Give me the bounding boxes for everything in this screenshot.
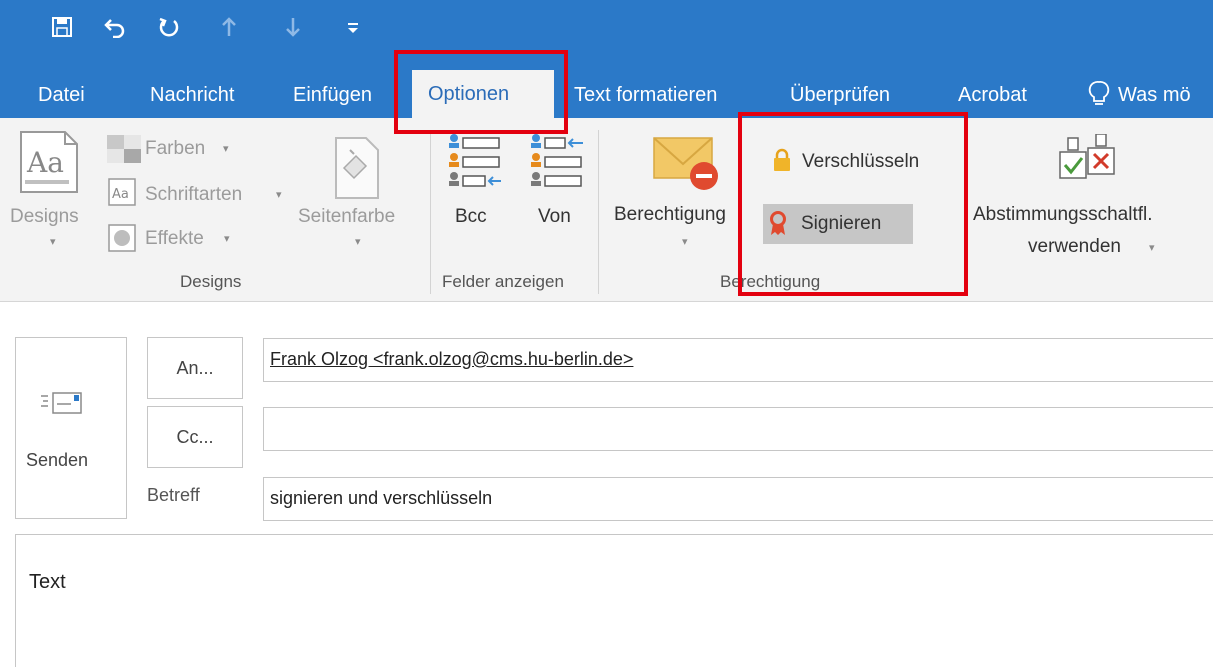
send-label: Senden xyxy=(26,450,89,470)
tell-me-search[interactable]: Was mö xyxy=(1118,72,1191,118)
undo-icon[interactable] xyxy=(100,12,130,42)
farben-dropdown-icon: ▾ xyxy=(223,143,229,155)
page-color-icon[interactable] xyxy=(330,136,380,205)
group-label-felder: Felder anzeigen xyxy=(442,272,564,291)
ribbon-tab-bar: Datei Nachricht Einfügen Optionen Text f… xyxy=(0,52,1213,118)
highlight-box-optionen xyxy=(394,50,568,134)
abstimmung-dropdown-icon: ▾ xyxy=(1149,242,1155,254)
svg-text:Aa: Aa xyxy=(112,187,129,202)
designs-dropdown-icon: ▾ xyxy=(50,236,56,248)
highlight-box-berechtigung xyxy=(738,112,968,296)
berechtigung-dropdown-icon: ▾ xyxy=(682,236,688,248)
to-button[interactable]: An... xyxy=(147,337,243,399)
group-separator xyxy=(598,130,599,294)
schriftarten-dropdown-icon: ▾ xyxy=(276,189,282,201)
redo-icon[interactable] xyxy=(154,12,184,42)
to-field[interactable]: Frank Olzog <frank.olzog@cms.hu-berlin.d… xyxy=(263,338,1213,382)
save-icon[interactable] xyxy=(47,12,77,42)
permission-envelope-icon[interactable] xyxy=(652,130,722,197)
ribbon-options: Aa Designs ▾ Farben ▾ Aa Schriftarten ▾ … xyxy=(0,118,1213,302)
von-icon[interactable] xyxy=(527,132,585,193)
bcc-label[interactable]: Bcc xyxy=(455,206,487,228)
customize-qat-icon[interactable] xyxy=(338,12,368,42)
tab-acrobat[interactable]: Acrobat xyxy=(958,72,1027,118)
schriftarten-button[interactable]: Schriftarten xyxy=(145,184,242,206)
recipient-chip[interactable]: Frank Olzog <frank.olzog@cms.hu-berlin.d… xyxy=(270,349,633,369)
designs-icon[interactable]: Aa xyxy=(19,130,79,199)
abstimmung-button-line2[interactable]: verwenden xyxy=(1028,236,1121,258)
seitenfarbe-button[interactable]: Seitenfarbe xyxy=(298,206,395,228)
cc-button[interactable]: Cc... xyxy=(147,406,243,468)
fonts-icon: Aa xyxy=(108,178,136,211)
group-label-designs: Designs xyxy=(180,272,242,291)
effekte-dropdown-icon: ▾ xyxy=(224,233,230,245)
farben-button[interactable]: Farben xyxy=(145,138,205,160)
tab-datei[interactable]: Datei xyxy=(38,72,85,118)
arrow-up-icon[interactable] xyxy=(214,12,244,42)
cc-field[interactable] xyxy=(263,407,1213,451)
tab-einfuegen[interactable]: Einfügen xyxy=(293,72,372,118)
von-label[interactable]: Von xyxy=(538,206,571,228)
designs-button-label[interactable]: Designs xyxy=(10,206,79,228)
seitenfarbe-dropdown-icon: ▾ xyxy=(355,236,361,248)
colors-icon xyxy=(107,135,141,168)
lightbulb-icon xyxy=(1088,80,1110,113)
effekte-button[interactable]: Effekte xyxy=(145,228,204,250)
abstimmung-button-line1[interactable]: Abstimmungsschaltfl. xyxy=(973,204,1153,226)
berechtigung-button[interactable]: Berechtigung xyxy=(614,204,726,226)
bcc-icon[interactable] xyxy=(445,132,503,193)
arrow-down-icon[interactable] xyxy=(278,12,308,42)
tab-nachricht[interactable]: Nachricht xyxy=(150,72,234,118)
send-icon xyxy=(40,390,84,421)
effects-icon xyxy=(108,224,136,257)
subject-field[interactable]: signieren und verschlüsseln xyxy=(263,477,1213,521)
tab-text-formatieren[interactable]: Text formatieren xyxy=(574,72,717,118)
body-text: Text xyxy=(29,571,66,593)
quick-access-toolbar xyxy=(0,0,1213,52)
send-button[interactable]: Senden xyxy=(15,337,127,519)
message-body[interactable]: Text xyxy=(15,534,1213,667)
svg-text:Aa: Aa xyxy=(26,146,64,179)
voting-buttons-icon[interactable] xyxy=(1058,133,1118,189)
subject-label: Betreff xyxy=(147,485,200,505)
group-separator xyxy=(430,130,431,294)
